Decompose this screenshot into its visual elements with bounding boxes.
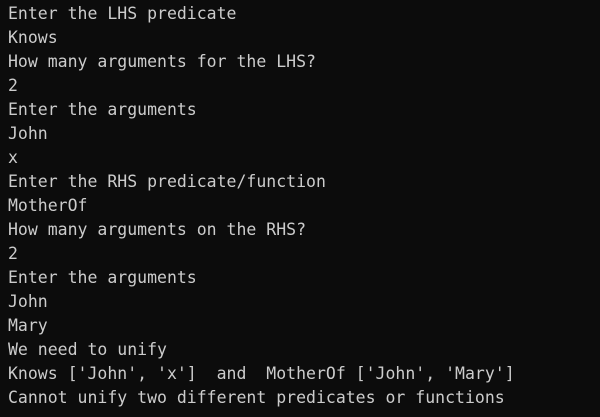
output-line: Knows ['John', 'x'] and MotherOf ['John'… xyxy=(8,364,515,383)
output-line: 2 xyxy=(8,244,18,263)
output-line: Cannot unify two different predicates or… xyxy=(8,388,505,407)
terminal-output[interactable]: Enter the LHS predicate Knows How many a… xyxy=(0,0,600,417)
output-line: Enter the RHS predicate/function xyxy=(8,172,326,191)
output-line: x xyxy=(8,148,18,167)
output-line: We need to unify xyxy=(8,340,167,359)
output-line: Enter the arguments xyxy=(8,100,197,119)
output-line: Mary xyxy=(8,316,48,335)
output-line: John xyxy=(8,124,48,143)
output-line: Knows xyxy=(8,28,58,47)
output-line: Enter the LHS predicate xyxy=(8,4,237,23)
output-line: How many arguments for the LHS? xyxy=(8,52,316,71)
output-line: Enter the arguments xyxy=(8,268,197,287)
output-line: John xyxy=(8,292,48,311)
output-line: 2 xyxy=(8,76,18,95)
output-line: How many arguments on the RHS? xyxy=(8,220,307,239)
output-line: MotherOf xyxy=(8,196,88,215)
